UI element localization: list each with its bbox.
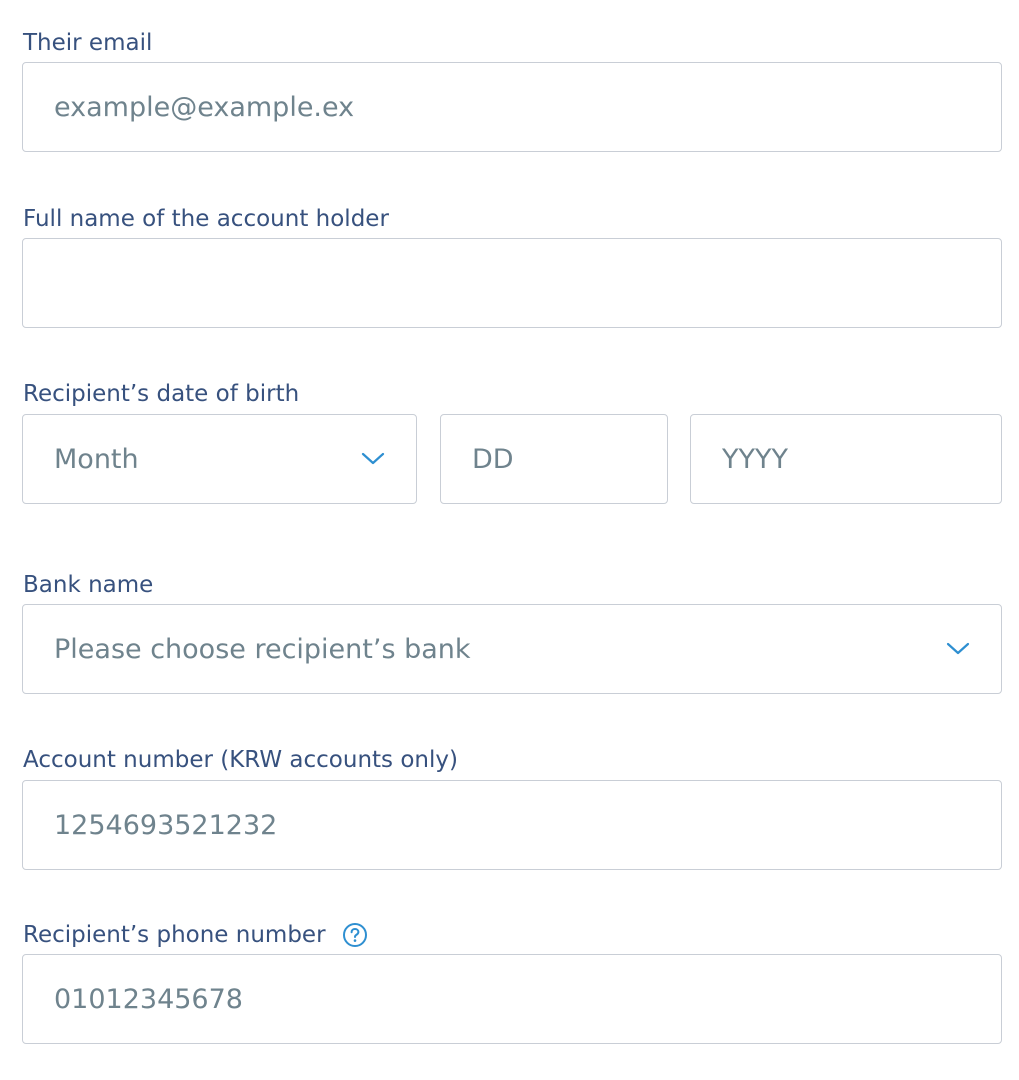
bank-label: Bank name bbox=[23, 572, 154, 598]
dob-month-selected-value: Month bbox=[54, 443, 139, 475]
full-name-field-container bbox=[22, 238, 1002, 328]
phone-field-container bbox=[22, 954, 1002, 1044]
bank-selected-value: Please choose recipient’s bank bbox=[54, 633, 471, 665]
account-number-field[interactable] bbox=[54, 781, 1001, 869]
dob-month-select[interactable]: Month bbox=[22, 414, 417, 504]
email-field-container bbox=[22, 62, 1002, 152]
phone-label-row: Recipient’s phone number bbox=[23, 921, 368, 949]
full-name-label: Full name of the account holder bbox=[23, 206, 389, 232]
dob-day-field-container bbox=[440, 414, 668, 504]
dob-year-field[interactable] bbox=[722, 415, 1001, 503]
dob-label: Recipient’s date of birth bbox=[23, 381, 300, 407]
question-circle-icon[interactable] bbox=[342, 922, 368, 948]
email-label: Their email bbox=[23, 30, 153, 56]
chevron-down-icon bbox=[358, 444, 388, 474]
full-name-field[interactable] bbox=[54, 239, 1001, 327]
chevron-down-icon bbox=[943, 634, 973, 664]
account-number-label: Account number (KRW accounts only) bbox=[23, 747, 458, 773]
phone-label: Recipient’s phone number bbox=[23, 922, 326, 948]
phone-field[interactable] bbox=[54, 955, 1001, 1043]
bank-select[interactable]: Please choose recipient’s bank bbox=[22, 604, 1002, 694]
dob-year-field-container bbox=[690, 414, 1002, 504]
email-field[interactable] bbox=[54, 63, 1001, 151]
dob-day-field[interactable] bbox=[472, 415, 667, 503]
account-number-field-container bbox=[22, 780, 1002, 870]
